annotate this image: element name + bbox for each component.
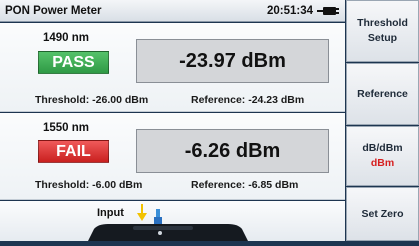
threshold-value: Threshold: -26.00 dBm [35, 94, 149, 106]
status-area: 20:51:34 [267, 5, 339, 17]
input-label: Input [97, 207, 124, 219]
selected-unit: dBm [370, 157, 395, 169]
power-readout: -23.97 dBm [136, 39, 329, 83]
pass-badge: PASS [38, 51, 109, 74]
reference-value: Reference: -24.23 dBm [191, 94, 305, 106]
clock: 20:51:34 [266, 4, 313, 17]
fail-badge: FAIL [38, 140, 109, 163]
device-illustration [88, 224, 248, 246]
app-title: PON Power Meter [5, 4, 102, 17]
unit-toggle-button[interactable]: dB/dBm dBm [346, 126, 419, 186]
threshold-setup-button[interactable]: Threshold Setup [346, 0, 419, 62]
wavelength-label: 1550 nm [43, 122, 90, 134]
channel-panel-1490: 1490 nm PASS -23.97 dBm Threshold: -26.0… [0, 23, 345, 112]
wavelength-label: 1490 nm [43, 32, 90, 44]
set-zero-button[interactable]: Set Zero [346, 187, 419, 241]
reference-value: Reference: -6.85 dBm [191, 179, 299, 191]
channel-panel-1550: 1550 nm FAIL -6.26 dBm Threshold: -6.00 … [0, 113, 345, 200]
reference-button[interactable]: Reference [346, 63, 419, 125]
power-readout: -6.26 dBm [136, 129, 329, 173]
softkey-sidebar: Threshold Setup Reference dB/dBm dBm Set… [346, 0, 419, 241]
title-bar: PON Power Meter 20:51:34 [0, 0, 345, 22]
power-plug-icon [317, 6, 339, 16]
threshold-value: Threshold: -6.00 dBm [35, 179, 143, 191]
